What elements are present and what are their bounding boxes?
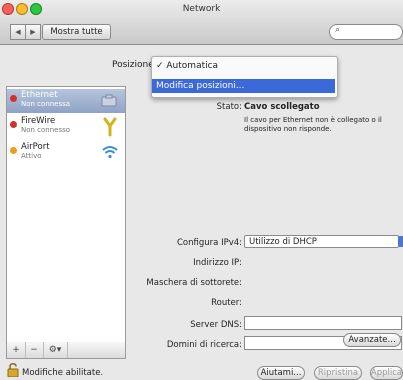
search-icon: ⌕ — [335, 25, 341, 35]
router-label: Router: — [211, 298, 242, 308]
wifi-icon — [102, 146, 118, 159]
help-button[interactable]: Aiutami... — [257, 366, 305, 380]
firewire-icon — [103, 117, 117, 137]
service-status: Attivo — [21, 152, 42, 160]
ethernet-icon — [101, 94, 117, 107]
lock-status-text: Modifiche abilitate. — [22, 368, 104, 378]
add-service-button[interactable]: + — [7, 342, 26, 358]
remove-service-button[interactable]: − — [25, 342, 44, 358]
service-name: Ethernet — [21, 90, 58, 100]
location-label: Posizione — [112, 60, 154, 70]
window-title: Network — [182, 4, 221, 14]
ip-address-label: Indirizzo IP: — [193, 258, 242, 268]
details-panel: Stato: Cavo scollegato Il cavo per Ether… — [132, 86, 403, 358]
revert-button[interactable]: Ripristina — [314, 366, 362, 380]
service-list: Ethernet Non connessa FireWire Non conne… — [6, 86, 126, 344]
subnet-mask-label: Maschera di sottorete: — [146, 278, 242, 288]
status-dot-icon — [10, 121, 17, 128]
status-dot-icon — [10, 95, 17, 102]
menu-item-automatic[interactable]: ✓ Automatica — [152, 59, 339, 73]
ipv4-select[interactable]: Utilizzo di DHCP — [244, 235, 399, 248]
search-domains-label: Domini di ricerca: — [166, 340, 242, 350]
dns-server-label: Server DNS: — [190, 320, 242, 330]
lock-icon[interactable] — [7, 363, 19, 377]
arrow-right-icon: ▶ — [30, 28, 36, 36]
service-list-controls: + − ⚙▾ — [6, 342, 126, 359]
status-dot-icon — [10, 147, 17, 154]
service-item-airport[interactable]: AirPort Attivo — [7, 141, 125, 165]
apply-button[interactable]: Applica — [370, 366, 403, 380]
show-all-button[interactable]: Mostra tutte — [42, 24, 111, 40]
service-item-firewire[interactable]: FireWire Non connesso — [7, 115, 125, 139]
arrow-left-icon: ◀ — [15, 28, 21, 36]
service-action-button[interactable]: ⚙▾ — [43, 342, 68, 358]
service-status: Non connesso — [21, 126, 71, 134]
service-item-ethernet[interactable]: Ethernet Non connessa — [7, 89, 125, 113]
back-button[interactable]: ◀ — [10, 24, 26, 40]
ipv4-label: Configura IPv4: — [177, 238, 242, 248]
forward-button[interactable]: ▶ — [25, 24, 41, 40]
status-description-line-1: Il cavo per Ethernet non è collegato o i… — [244, 116, 382, 124]
dns-server-field[interactable] — [244, 316, 402, 330]
search-input-field[interactable]: ⌕ — [329, 24, 403, 40]
ipv4-stepper-icon[interactable] — [398, 236, 403, 247]
status-value: Cavo scollegato — [244, 102, 320, 112]
service-name: FireWire — [21, 116, 56, 126]
service-name: AirPort — [21, 142, 50, 152]
service-status: Non connessa — [21, 100, 71, 108]
advanced-button[interactable]: Avanzate... — [343, 333, 401, 347]
status-description-line-2: dispositivo non risponde. — [244, 125, 332, 133]
status-label: Stato: — [216, 102, 242, 112]
